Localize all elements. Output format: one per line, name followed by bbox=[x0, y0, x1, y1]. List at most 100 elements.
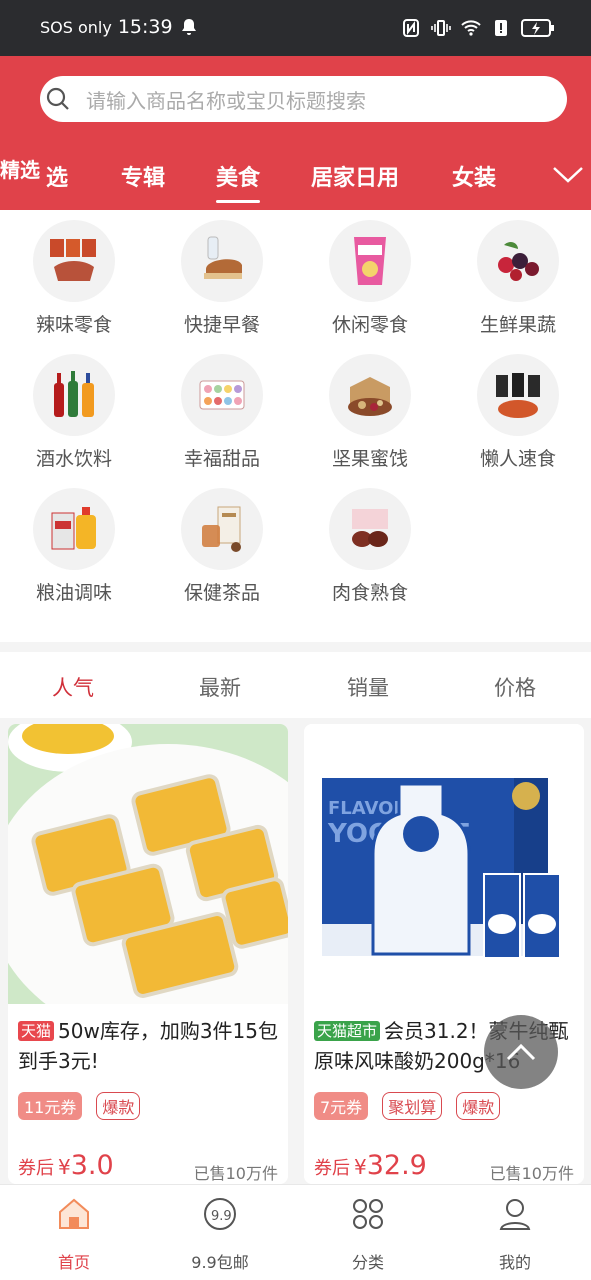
tab-home-goods[interactable]: 居家日用 bbox=[311, 160, 399, 192]
category-cooked-meat[interactable]: 肉食熟食 bbox=[296, 488, 444, 605]
grid-icon bbox=[353, 1199, 383, 1229]
category-breakfast[interactable]: 快捷早餐 bbox=[148, 220, 296, 337]
category-label: 坚果蜜饯 bbox=[331, 448, 408, 470]
tab-food[interactable]: 美食 bbox=[216, 160, 261, 203]
shop-badge: 天猫超市 bbox=[314, 1021, 381, 1041]
category-fresh-produce[interactable]: 生鲜果蔬 bbox=[444, 220, 591, 337]
tab-label: 9.9包邮 bbox=[191, 1253, 249, 1272]
category-label: 酒水饮料 bbox=[35, 448, 112, 470]
bottom-tab-bar: 首页 9.9 9.9包邮 分类 我的 bbox=[0, 1184, 591, 1280]
search-placeholder: 请输入商品名称或宝贝标题搜索 bbox=[86, 88, 366, 113]
chevron-up-icon bbox=[506, 1043, 536, 1061]
tea-box-icon bbox=[181, 488, 263, 570]
tab-label: 我的 bbox=[498, 1253, 531, 1272]
category-grain-oil[interactable]: 粮油调味 bbox=[0, 488, 148, 605]
berries-icon bbox=[477, 220, 559, 302]
category-label: 生鲜果蔬 bbox=[479, 314, 556, 336]
home-icon bbox=[59, 1198, 89, 1229]
product-card[interactable]: 天猫 50w库存，加购3件15包到手3元! 11元券 爆款 券后 ¥3.0 已售10… bbox=[8, 724, 288, 1184]
category-label: 肉食熟食 bbox=[331, 582, 408, 604]
rice-oil-icon bbox=[33, 488, 115, 570]
search-bar[interactable]: 请输入商品名称或宝贝标题搜索 bbox=[40, 76, 567, 122]
svg-text:9.9: 9.9 bbox=[211, 1209, 232, 1224]
wifi-icon bbox=[461, 20, 481, 36]
category-spicy-snacks[interactable]: 辣味零食 bbox=[0, 220, 148, 337]
tab-featured-label[interactable]: 精选 bbox=[0, 154, 40, 183]
coupon-tag[interactable]: 11元券 bbox=[18, 1092, 83, 1120]
product-image bbox=[8, 724, 288, 1044]
nfc-icon bbox=[403, 19, 419, 37]
tab-nine-nine[interactable]: 9.9 9.9包邮 bbox=[160, 1195, 280, 1273]
category-instant-food[interactable]: 懒人速食 bbox=[444, 354, 591, 471]
category-health-tea[interactable]: 保健茶品 bbox=[148, 488, 296, 605]
product-tags: 11元券 爆款 bbox=[18, 1092, 141, 1120]
tab-profile[interactable]: 我的 bbox=[455, 1195, 575, 1273]
product-title: 天猫 50w库存，加购3件15包到手3元! bbox=[18, 1016, 280, 1078]
clock: 15:39 bbox=[117, 16, 173, 38]
category-drinks[interactable]: 酒水饮料 bbox=[0, 354, 148, 471]
noodle-pack-icon bbox=[477, 354, 559, 436]
juhuasuan-tag: 聚划算 bbox=[382, 1092, 443, 1120]
bread-icon bbox=[181, 220, 263, 302]
nine-nine-icon: 9.9 bbox=[204, 1198, 236, 1230]
alert-icon bbox=[495, 20, 507, 36]
macaron-box-icon bbox=[181, 354, 263, 436]
sold-count: 已售10万件 bbox=[193, 1164, 278, 1183]
tab-womens[interactable]: 女装 bbox=[452, 160, 496, 192]
category-label: 快捷早餐 bbox=[183, 314, 260, 336]
sort-price[interactable]: 价格 bbox=[494, 672, 536, 702]
battery-icon bbox=[521, 19, 554, 37]
tab-home[interactable]: 首页 bbox=[14, 1195, 134, 1273]
tab-label: 首页 bbox=[57, 1253, 90, 1272]
price-value: 32.9 bbox=[366, 1150, 427, 1181]
spicy-snacks-icon bbox=[33, 220, 115, 302]
product-tags: 7元券 聚划算 爆款 bbox=[314, 1092, 501, 1120]
price-prefix: 券后 bbox=[314, 1158, 350, 1179]
sold-count: 已售10万件 bbox=[489, 1164, 574, 1183]
vibrate-icon bbox=[431, 20, 451, 36]
product-image: FLAVORED YOGHURT bbox=[304, 724, 584, 1004]
category-tabs: 精选 选 专辑 美食 居家日用 女装 bbox=[0, 150, 591, 210]
category-label: 粮油调味 bbox=[35, 582, 112, 604]
hot-tag: 爆款 bbox=[456, 1092, 501, 1120]
category-leisure-snacks[interactable]: 休闲零食 bbox=[296, 220, 444, 337]
tab-label: 分类 bbox=[351, 1253, 384, 1272]
tab-categories[interactable]: 分类 bbox=[308, 1195, 428, 1273]
category-label: 幸福甜品 bbox=[183, 448, 260, 470]
meat-icon bbox=[329, 488, 411, 570]
product-price: 券后 ¥3.0 bbox=[18, 1150, 114, 1181]
back-to-top-button[interactable] bbox=[484, 1015, 558, 1089]
sort-popular[interactable]: 人气 bbox=[52, 672, 94, 702]
chevron-down-icon[interactable] bbox=[551, 162, 585, 186]
search-icon bbox=[46, 87, 69, 110]
currency-symbol: ¥ bbox=[58, 1155, 71, 1179]
price-value: 3.0 bbox=[70, 1150, 114, 1181]
currency-symbol: ¥ bbox=[354, 1155, 367, 1179]
category-label: 懒人速食 bbox=[479, 448, 556, 470]
category-nuts[interactable]: 坚果蜜饯 bbox=[296, 354, 444, 471]
tab-featured[interactable]: 选 bbox=[46, 160, 68, 192]
category-label: 保健茶品 bbox=[183, 582, 260, 604]
category-grid: 辣味零食 快捷早餐 休闲零食 生鲜果蔬 酒水饮料 幸福甜品 坚果蜜饯 懒人速食 … bbox=[0, 210, 591, 642]
status-bar: SOS only 15:39 bbox=[0, 0, 591, 56]
nuts-box-icon bbox=[329, 354, 411, 436]
bottles-icon bbox=[33, 354, 115, 436]
shop-badge: 天猫 bbox=[18, 1021, 55, 1041]
sort-bar: 人气 最新 销量 价格 bbox=[0, 652, 591, 718]
category-label: 辣味零食 bbox=[35, 314, 112, 336]
user-icon bbox=[499, 1199, 531, 1230]
category-desserts[interactable]: 幸福甜品 bbox=[148, 354, 296, 471]
sort-newest[interactable]: 最新 bbox=[199, 672, 241, 702]
hot-tag: 爆款 bbox=[96, 1092, 141, 1120]
category-label: 休闲零食 bbox=[331, 314, 408, 336]
price-prefix: 券后 bbox=[18, 1158, 54, 1179]
bell-icon bbox=[181, 19, 196, 35]
sort-sales[interactable]: 销量 bbox=[347, 672, 389, 702]
tab-album[interactable]: 专辑 bbox=[121, 160, 165, 192]
product-card[interactable]: FLAVORED YOGHURT 天猫超市会员31.2！蒙牛纯甄原味风味酸奶20… bbox=[304, 724, 584, 1184]
chips-bag-icon bbox=[329, 220, 411, 302]
carrier-text: SOS only bbox=[40, 17, 112, 37]
product-price: 券后 ¥32.9 bbox=[314, 1150, 427, 1181]
coupon-tag[interactable]: 7元券 bbox=[314, 1092, 369, 1120]
product-title-text: 50w库存，加购3件15包到手3元! bbox=[18, 1019, 278, 1073]
